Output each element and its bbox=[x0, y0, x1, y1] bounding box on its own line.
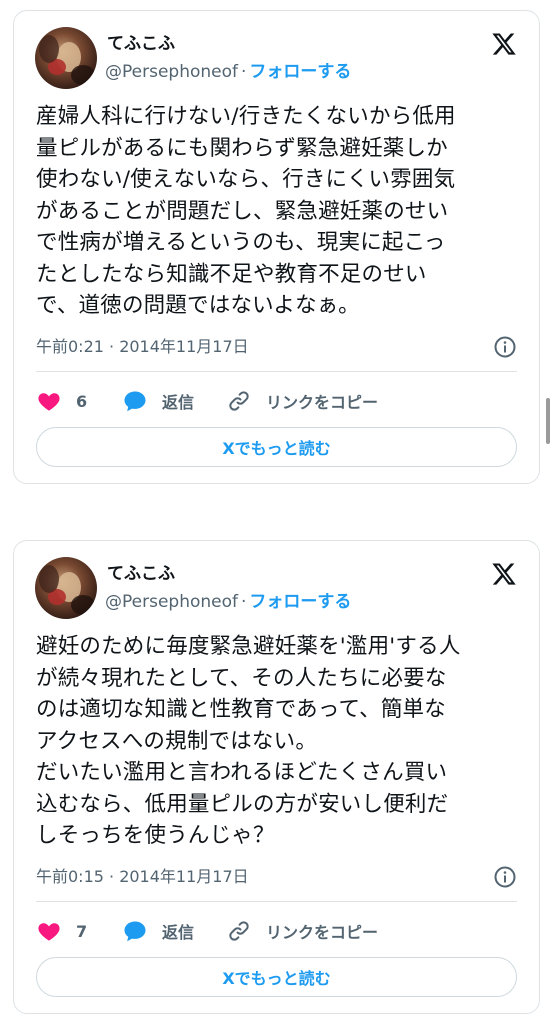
author-handle-row: @Persephoneof · フォローする bbox=[105, 591, 351, 613]
follow-button[interactable]: フォローする bbox=[249, 592, 351, 612]
link-icon bbox=[229, 921, 249, 941]
info-icon[interactable] bbox=[493, 865, 517, 889]
tweet-text: 避妊のために毎度緊急避妊薬を'濫用'する人 が続々現れたとして、その人たちに必要… bbox=[36, 634, 461, 848]
tweet-timestamp[interactable]: 午前0:15 · 2014年11月17日 bbox=[36, 866, 249, 888]
copy-link-button[interactable]: リンクをコピー bbox=[226, 386, 378, 416]
like-button[interactable]: 7 bbox=[36, 916, 87, 946]
reply-button[interactable]: 返信 bbox=[122, 386, 194, 416]
follow-button[interactable]: フォローする bbox=[249, 62, 351, 82]
author-handle[interactable]: @Persephoneof bbox=[105, 592, 238, 612]
author-name[interactable]: てふこふ bbox=[107, 563, 175, 585]
divider bbox=[36, 901, 517, 902]
author-name[interactable]: てふこふ bbox=[107, 33, 175, 55]
read-more-button[interactable]: Xでもっと読む bbox=[36, 957, 517, 997]
author-handle[interactable]: @Persephoneof bbox=[105, 62, 238, 82]
separator-dot: · bbox=[241, 592, 247, 612]
heart-icon bbox=[38, 923, 60, 941]
speech-bubble-icon bbox=[124, 921, 146, 942]
info-icon[interactable] bbox=[493, 335, 517, 359]
scrollbar[interactable] bbox=[546, 398, 550, 444]
avatar[interactable] bbox=[35, 27, 97, 89]
reply-label: 返信 bbox=[162, 923, 195, 942]
x-logo-icon[interactable] bbox=[491, 31, 517, 57]
tweet-card: てふこふ @Persephoneof · フォローする 産婦人科に行けない/行きたく… bbox=[13, 10, 540, 484]
heart-icon bbox=[38, 393, 60, 411]
copy-link-label: リンクをコピー bbox=[266, 393, 379, 412]
tweet-card: てふこふ @Persephoneof · フォローする 避妊のために毎度緊急避妊薬を… bbox=[13, 540, 540, 1014]
copy-link-button[interactable]: リンクをコピー bbox=[226, 916, 378, 946]
like-button[interactable]: 6 bbox=[36, 386, 87, 416]
reply-button[interactable]: 返信 bbox=[122, 916, 194, 946]
copy-link-label: リンクをコピー bbox=[266, 923, 379, 942]
speech-bubble-icon bbox=[124, 391, 146, 412]
divider bbox=[36, 371, 517, 372]
like-count: 7 bbox=[76, 921, 88, 941]
read-more-button[interactable]: Xでもっと読む bbox=[36, 427, 517, 467]
author-handle-row: @Persephoneof · フォローする bbox=[105, 61, 351, 83]
avatar[interactable] bbox=[35, 557, 97, 619]
tweet-timestamp[interactable]: 午前0:21 · 2014年11月17日 bbox=[36, 336, 249, 358]
tweet-text: 産婦人科に行けない/行きたくないから低用 量ピルがあるにも関わらず緊急避妊薬しか… bbox=[36, 104, 456, 318]
reply-label: 返信 bbox=[162, 393, 195, 412]
tweet-actions: 6 返信 リンクをコピー bbox=[36, 386, 517, 416]
link-icon bbox=[229, 391, 249, 411]
separator-dot: · bbox=[241, 62, 247, 82]
like-count: 6 bbox=[76, 391, 88, 411]
tweet-actions: 7 返信 リンクをコピー bbox=[36, 916, 517, 946]
x-logo-icon[interactable] bbox=[491, 561, 517, 587]
